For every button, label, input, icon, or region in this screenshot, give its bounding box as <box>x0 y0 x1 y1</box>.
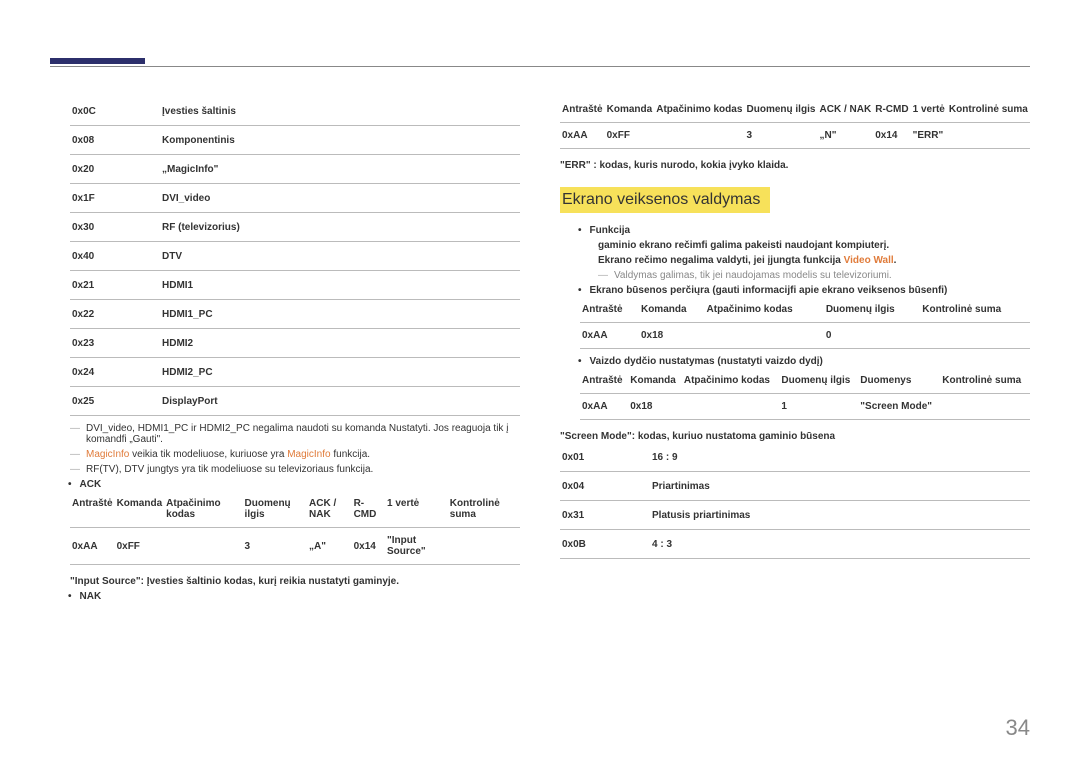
nak-table: Antraštė Komanda Atpačinimo kodas Duomen… <box>560 100 1030 152</box>
section-heading: Ekrano veiksenos valdymas <box>560 187 770 213</box>
err-note: "ERR" : kodas, kuris nurodo, kokia įvyko… <box>560 160 1030 171</box>
table-row: 0x0CĮvesties šaltinis <box>70 100 520 122</box>
table-row: 0xAA 0x18 0 <box>580 326 1030 345</box>
note-magicinfo: ―MagicInfo veikia tik modeliuose, kuriuo… <box>70 449 520 460</box>
screen-mode-codes-table: 0x0116 : 9 0x04Priartinimas 0x31Platusis… <box>560 446 1030 562</box>
func-line2: Ekrano rečimo negalima valdyti, jei įjun… <box>598 255 1030 266</box>
code-cell: 0x0C <box>70 100 160 122</box>
input-source-note: "Input Source": Įvesties šaltinio kodas,… <box>70 576 520 587</box>
desc-cell: Įvesties šaltinis <box>160 100 520 122</box>
funkcija-bullet: •Funkcija <box>578 225 1030 236</box>
func-line1: gaminio ekrano rečimfi galima pakeisti n… <box>598 240 1030 251</box>
bullet-imgsize: •Vaizdo dydčio nustatymas (nustatyti vai… <box>578 356 1030 367</box>
page-number: 34 <box>1006 715 1030 741</box>
accent-bar <box>50 58 145 64</box>
status-table: Antraštė Komanda Atpačinimo kodas Duomen… <box>580 300 1030 352</box>
table-row: 0x24HDMI2_PC <box>70 361 520 383</box>
table-row: 0xAA 0xFF 3 „A" 0x14 "Input Source" <box>70 531 520 561</box>
table-row: 0x08Komponentinis <box>70 129 520 151</box>
table-row: 0x23HDMI2 <box>70 332 520 354</box>
table-row: 0x0116 : 9 <box>560 446 1030 468</box>
table-row: 0xAA 0xFF 3 „N" 0x14 "ERR" <box>560 126 1030 145</box>
screen-mode-note: "Screen Mode": kodas, kuriuo nustatoma g… <box>560 431 1030 442</box>
input-source-codes-table: 0x0CĮvesties šaltinis 0x08Komponentinis … <box>70 100 520 419</box>
func-dash: ―Valdymas galimas, tik jei naudojamas mo… <box>598 270 1030 281</box>
note-rftv: ―RF(TV), DTV jungtys yra tik modeliuose … <box>70 464 520 475</box>
content-columns: 0x0CĮvesties šaltinis 0x08Komponentinis … <box>50 100 1030 703</box>
imgsize-table: Antraštė Komanda Atpačinimo kodas Duomen… <box>580 371 1030 423</box>
bullet-status: •Ekrano būsenos perčiųra (gauti informac… <box>578 285 1030 296</box>
table-row: 0x20„MagicInfo" <box>70 158 520 180</box>
table-row: 0x22HDMI1_PC <box>70 303 520 325</box>
table-row: 0x25DisplayPort <box>70 390 520 412</box>
left-column: 0x0CĮvesties šaltinis 0x08Komponentinis … <box>50 100 520 703</box>
note-dvi: ―DVI_video, HDMI1_PC ir HDMI2_PC negalim… <box>70 423 520 445</box>
table-row: 0x0B4 : 3 <box>560 533 1030 555</box>
nak-bullet: •NAK <box>68 591 520 602</box>
right-column: Antraštė Komanda Atpačinimo kodas Duomen… <box>560 100 1030 703</box>
table-row: 0x31Platusis priartinimas <box>560 504 1030 526</box>
table-row: 0x30RF (televizorius) <box>70 216 520 238</box>
table-row: 0x21HDMI1 <box>70 274 520 296</box>
ack-bullet: •ACK <box>68 479 520 490</box>
top-rule <box>50 66 1030 67</box>
table-row: 0xAA 0x18 1 "Screen Mode" <box>580 397 1030 416</box>
ack-table: Antraštė Komanda Atpačinimo kodas Duomen… <box>70 494 520 568</box>
table-row: 0x1FDVI_video <box>70 187 520 209</box>
table-row: 0x40DTV <box>70 245 520 267</box>
table-row: 0x04Priartinimas <box>560 475 1030 497</box>
